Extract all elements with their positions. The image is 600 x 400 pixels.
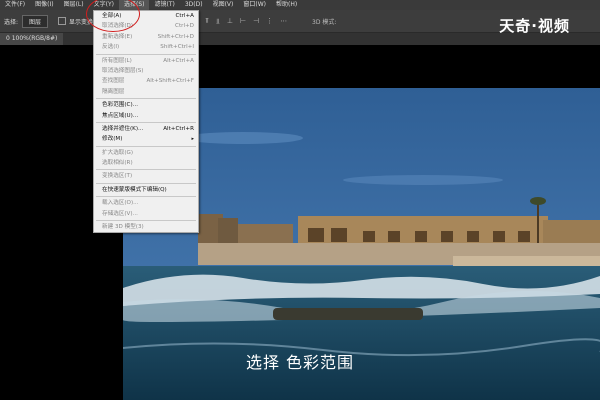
- menubar-item-6[interactable]: 3D(D): [180, 0, 208, 10]
- menu-item-label: 载入选区(O)...: [102, 200, 139, 207]
- menu-item-shortcut: Alt+Shift+Ctrl+F: [146, 78, 194, 85]
- menubar-item-7[interactable]: 视图(V): [208, 0, 239, 10]
- menu-item-shortcut: Ctrl+D: [175, 23, 194, 30]
- document-tab[interactable]: 0 100%(RGB/8#): [0, 33, 64, 45]
- menu-item-label: 反选(I): [102, 44, 120, 51]
- menu-separator: [96, 53, 196, 55]
- menu-separator: [96, 169, 196, 171]
- menu-item-label: 存储选区(V)...: [102, 210, 138, 217]
- align-top-icon[interactable]: ⫪: [205, 17, 209, 26]
- menu-separator: [96, 145, 196, 147]
- menu-item[interactable]: 在快速蒙版模式下编辑(Q): [94, 185, 198, 195]
- menu-item[interactable]: 查找图层 Alt+Shift+Ctrl+F: [94, 76, 198, 86]
- menu-separator: [96, 121, 196, 123]
- menu-item[interactable]: 扩大选取(G): [94, 148, 198, 158]
- menu-item[interactable]: 取消选择图层(S): [94, 66, 198, 76]
- menu-item-label: 焦点区域(U)...: [102, 112, 139, 119]
- menu-item-label: 修改(M): [102, 136, 123, 143]
- menu-item[interactable]: 新建 3D 模型(3): [94, 222, 198, 232]
- submenu-arrow-icon: ▸: [191, 136, 194, 143]
- menu-item-label: 新建 3D 模型(3): [102, 224, 144, 231]
- select-dropdown-menu: 全部(A) Ctrl+A 取消选择(D) Ctrl+D 重新选择(E) Shift+Ctr…: [93, 10, 199, 234]
- menu-item[interactable]: 变换选区(T): [94, 171, 198, 181]
- watermark-logo: 天奇·视频: [499, 17, 570, 35]
- menu-item[interactable]: 隔离图层: [94, 87, 198, 97]
- menu-separator: [96, 196, 196, 198]
- menu-separator: [96, 98, 196, 100]
- layer-select[interactable]: 图层: [22, 14, 49, 28]
- menubar-item-2[interactable]: 图层(L): [59, 0, 89, 10]
- menu-item[interactable]: 修改(M) ▸: [94, 134, 198, 144]
- menu-item-label: 所有图层(L): [102, 57, 132, 64]
- menubar-item-8[interactable]: 窗口(W): [238, 0, 271, 10]
- align-tools: ⫪ ⫫ ⊥ ⊢ ⊣ ⋮ ⋯: [205, 17, 287, 26]
- menu-item-label: 查找图层: [102, 78, 125, 85]
- menu-item-label: 扩大选取(G): [102, 149, 134, 156]
- menu-item-label: 选择并遮住(K)...: [102, 125, 144, 132]
- menu-item[interactable]: 重新选择(E) Shift+Ctrl+D: [94, 32, 198, 42]
- menu-item-shortcut: Alt+Ctrl+A: [163, 57, 194, 64]
- menu-item-label: 取消选择图层(S): [102, 67, 144, 74]
- options-select-label: 选择:: [4, 18, 19, 26]
- align-middle-icon[interactable]: ⫫: [216, 17, 220, 26]
- menu-item-label: 在快速蒙版模式下编辑(Q): [102, 186, 167, 193]
- align-center-icon[interactable]: ⊣: [253, 17, 259, 26]
- distribute-h-icon[interactable]: ⋯: [280, 17, 287, 26]
- menubar-item-5[interactable]: 滤镜(T): [149, 0, 179, 10]
- menu-item[interactable]: 所有图层(L) Alt+Ctrl+A: [94, 56, 198, 66]
- menu-item-label: 重新选择(E): [102, 33, 133, 40]
- menu-item[interactable]: 存储选区(V)...: [94, 209, 198, 219]
- menu-item-shortcut: Alt+Ctrl+R: [163, 125, 194, 132]
- menu-item[interactable]: 载入选区(O)...: [94, 198, 198, 208]
- menu-item-label: 色彩范围(C)...: [102, 102, 138, 109]
- menubar-item-9[interactable]: 帮助(H): [271, 0, 302, 10]
- menubar-item-1[interactable]: 图像(I): [30, 0, 58, 10]
- menubar-item-0[interactable]: 文件(F): [0, 0, 30, 10]
- menu-item[interactable]: 选择并遮住(K)... Alt+Ctrl+R: [94, 124, 198, 134]
- align-left-icon[interactable]: ⊢: [240, 17, 246, 26]
- menu-item[interactable]: 焦点区域(U)...: [94, 111, 198, 121]
- menu-item-shortcut: Shift+Ctrl+D: [157, 33, 194, 40]
- menu-item-label: 隔离图层: [102, 88, 125, 95]
- menu-item-label: 选取相似(R): [102, 160, 133, 167]
- subtitle-caption: 选择 色彩范围: [245, 353, 355, 372]
- menu-item-label: 变换选区(T): [102, 173, 133, 180]
- menu-item[interactable]: 反选(I) Shift+Ctrl+I: [94, 42, 198, 52]
- distribute-icon[interactable]: ⋮: [266, 17, 273, 26]
- menu-item-shortcut: Ctrl+A: [175, 13, 194, 19]
- menu-separator: [96, 182, 196, 184]
- 3d-mode-label: 3D 模式:: [312, 18, 337, 26]
- menu-item-shortcut: Shift+Ctrl+I: [160, 44, 194, 51]
- menu-item[interactable]: 色彩范围(C)...: [94, 100, 198, 110]
- menu-separator: [96, 220, 196, 222]
- menu-item[interactable]: 选取相似(R): [94, 158, 198, 168]
- align-bottom-icon[interactable]: ⊥: [227, 17, 233, 26]
- show-transform-checkbox[interactable]: [58, 17, 67, 25]
